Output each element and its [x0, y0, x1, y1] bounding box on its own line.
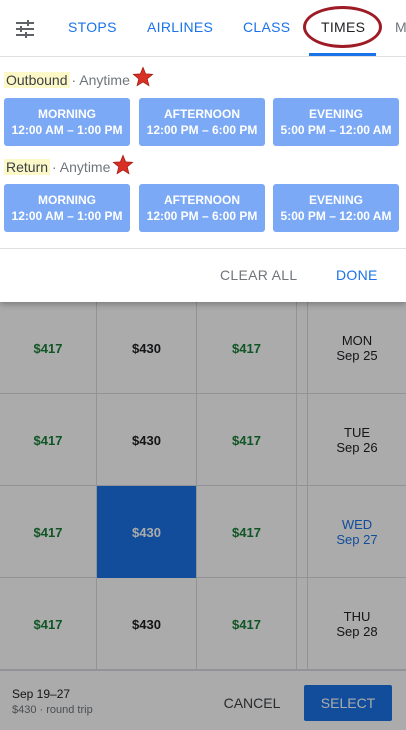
tab-class[interactable]: CLASS — [243, 19, 290, 35]
filter-panel: STOPS AIRLINES CLASS TIMES M Outbound · A… — [0, 0, 406, 302]
outbound-morning-button[interactable]: MORNING 12:00 AM – 1:00 PM — [4, 98, 130, 146]
done-button[interactable]: DONE — [336, 267, 378, 283]
option-label: AFTERNOON — [164, 193, 240, 207]
active-tab-indicator — [309, 53, 376, 56]
clear-all-button[interactable]: CLEAR ALL — [220, 267, 297, 283]
dim-overlay[interactable] — [0, 302, 406, 730]
star-icon — [112, 154, 134, 175]
tab-stops[interactable]: STOPS — [68, 19, 117, 35]
option-label: MORNING — [38, 193, 96, 207]
return-morning-button[interactable]: MORNING 12:00 AM – 1:00 PM — [4, 184, 130, 232]
option-range: 12:00 AM – 1:00 PM — [11, 123, 123, 137]
option-range: 12:00 PM – 6:00 PM — [146, 123, 258, 137]
star-icon — [132, 66, 154, 87]
return-afternoon-button[interactable]: AFTERNOON 12:00 PM – 6:00 PM — [139, 184, 265, 232]
return-evening-button[interactable]: EVENING 5:00 PM – 12:00 AM — [273, 184, 399, 232]
tab-more[interactable]: M — [395, 19, 406, 35]
outbound-evening-button[interactable]: EVENING 5:00 PM – 12:00 AM — [273, 98, 399, 146]
option-range: 5:00 PM – 12:00 AM — [280, 209, 392, 223]
option-range: 12:00 PM – 6:00 PM — [146, 209, 258, 223]
outbound-anytime: · Anytime — [71, 72, 130, 88]
tab-airlines[interactable]: AIRLINES — [147, 19, 213, 35]
option-label: EVENING — [308, 107, 363, 121]
return-name: Return — [4, 159, 51, 175]
return-label: Return · Anytime — [4, 157, 110, 177]
option-label: AFTERNOON — [164, 107, 240, 121]
filter-tab-bar: STOPS AIRLINES CLASS TIMES M — [0, 0, 406, 57]
return-anytime: · Anytime — [52, 159, 111, 175]
annotation-circle — [303, 6, 382, 48]
outbound-name: Outbound — [4, 72, 70, 88]
filter-sliders-icon[interactable] — [12, 16, 38, 42]
option-label: MORNING — [38, 107, 96, 121]
outbound-label: Outbound · Anytime — [4, 70, 130, 90]
option-range: 5:00 PM – 12:00 AM — [280, 123, 392, 137]
panel-divider — [0, 248, 406, 249]
option-range: 12:00 AM – 1:00 PM — [11, 209, 123, 223]
option-label: EVENING — [308, 193, 363, 207]
outbound-afternoon-button[interactable]: AFTERNOON 12:00 PM – 6:00 PM — [139, 98, 265, 146]
